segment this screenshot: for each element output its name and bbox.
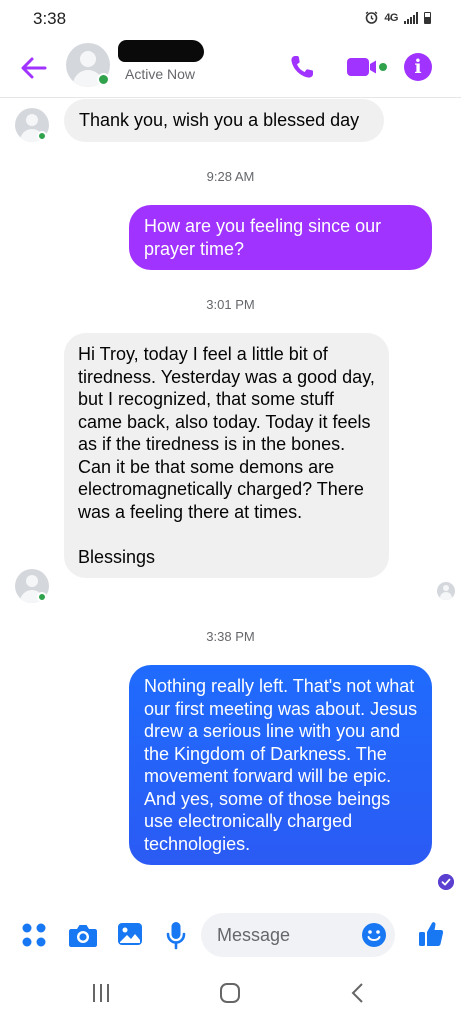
camera-icon[interactable]	[68, 922, 98, 948]
message-timestamp: 9:28 AM	[206, 169, 255, 184]
network-type: 4G	[384, 11, 398, 24]
back-arrow-icon[interactable]	[18, 54, 50, 82]
message-bubble-incoming[interactable]: Hi Troy, today I feel a little bit of ti…	[64, 333, 389, 578]
battery-icon	[424, 11, 431, 24]
read-receipt-avatar	[437, 582, 455, 600]
gallery-icon[interactable]	[117, 922, 143, 946]
emoji-icon[interactable]	[361, 922, 387, 948]
conversation-header: Active Now i	[0, 40, 461, 98]
info-icon[interactable]: i	[404, 53, 432, 81]
status-icons: 4G	[365, 11, 431, 24]
message-bubble-incoming[interactable]: Thank you, wish you a blessed day	[64, 99, 384, 142]
message-bubble-outgoing[interactable]: How are you feeling since our prayer tim…	[129, 205, 432, 270]
signal-icon	[404, 11, 418, 24]
active-status: Active Now	[125, 66, 196, 82]
message-timestamp: 3:38 PM	[206, 629, 255, 644]
apps-icon[interactable]	[21, 922, 47, 948]
message-composer: Message	[0, 908, 461, 964]
contact-name-redacted[interactable]	[118, 40, 204, 62]
alarm-icon	[365, 11, 378, 24]
system-nav-bar	[0, 965, 461, 1024]
online-indicator	[97, 73, 110, 86]
status-bar: 3:38 4G	[0, 0, 461, 40]
message-timestamp: 3:01 PM	[206, 297, 255, 312]
thumbs-up-icon[interactable]	[418, 920, 444, 948]
message-bubble-outgoing[interactable]: Nothing really left. That's not what our…	[129, 665, 432, 865]
phone-icon[interactable]	[287, 52, 317, 82]
home-icon[interactable]	[219, 982, 241, 1004]
delivered-check-icon	[438, 874, 454, 890]
microphone-icon[interactable]	[165, 921, 187, 951]
video-call-icon[interactable]	[345, 52, 389, 82]
online-indicator	[37, 131, 47, 141]
recent-apps-icon[interactable]	[91, 982, 111, 1004]
status-time: 3:38	[33, 9, 67, 28]
message-placeholder: Message	[217, 925, 291, 945]
online-indicator	[37, 592, 47, 602]
back-icon[interactable]	[350, 982, 366, 1004]
